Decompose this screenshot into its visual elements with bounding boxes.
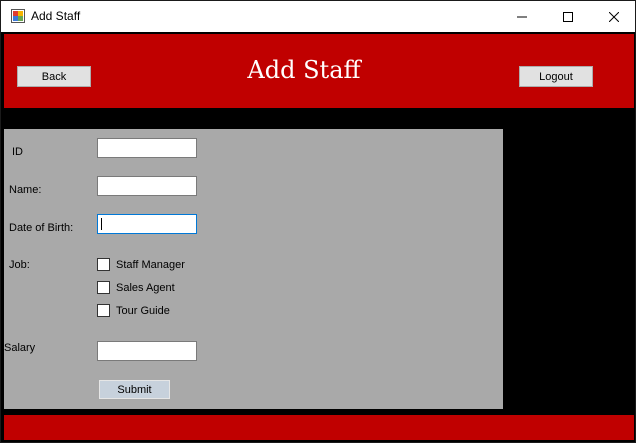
minimize-icon — [517, 16, 527, 17]
footer-bar — [4, 415, 634, 440]
header-banner: Back Add Staff Logout — [4, 34, 634, 108]
app-window: Add Staff Back Add Staff Logout ID Name:… — [0, 0, 636, 443]
staff-form-panel: ID Name: Date of Birth: Job: Staff Manag… — [4, 129, 503, 409]
window-title: Add Staff — [31, 9, 81, 23]
close-icon — [609, 11, 619, 22]
checkbox-box[interactable] — [97, 304, 110, 317]
title-bar: Add Staff — [1, 1, 635, 32]
salary-label: Salary — [4, 342, 36, 354]
job-label: Job: — [9, 259, 30, 271]
maximize-button[interactable] — [545, 1, 591, 32]
text-caret — [101, 218, 102, 230]
app-form-icon — [11, 9, 25, 23]
page-title: Add Staff — [247, 56, 361, 84]
minimize-button[interactable] — [499, 1, 545, 32]
dob-field[interactable] — [97, 214, 197, 234]
name-field[interactable] — [97, 176, 197, 196]
checkbox-box[interactable] — [97, 258, 110, 271]
job-checkbox-sales-agent[interactable]: Sales Agent — [97, 281, 175, 294]
dob-label: Date of Birth: — [9, 222, 74, 234]
salary-field[interactable] — [97, 341, 197, 361]
logout-button[interactable]: Logout — [519, 66, 593, 87]
job-checkbox-staff-manager[interactable]: Staff Manager — [97, 258, 185, 271]
close-button[interactable] — [591, 1, 635, 32]
name-label: Name: — [9, 184, 42, 196]
id-label: ID — [12, 146, 23, 158]
checkbox-label: Staff Manager — [116, 258, 185, 271]
job-checkbox-tour-guide[interactable]: Tour Guide — [97, 304, 170, 317]
maximize-icon — [563, 11, 573, 22]
checkbox-box[interactable] — [97, 281, 110, 294]
id-field[interactable] — [97, 138, 197, 158]
submit-button[interactable]: Submit — [99, 380, 170, 399]
checkbox-label: Tour Guide — [116, 304, 170, 317]
back-button[interactable]: Back — [17, 66, 91, 87]
checkbox-label: Sales Agent — [116, 281, 175, 294]
